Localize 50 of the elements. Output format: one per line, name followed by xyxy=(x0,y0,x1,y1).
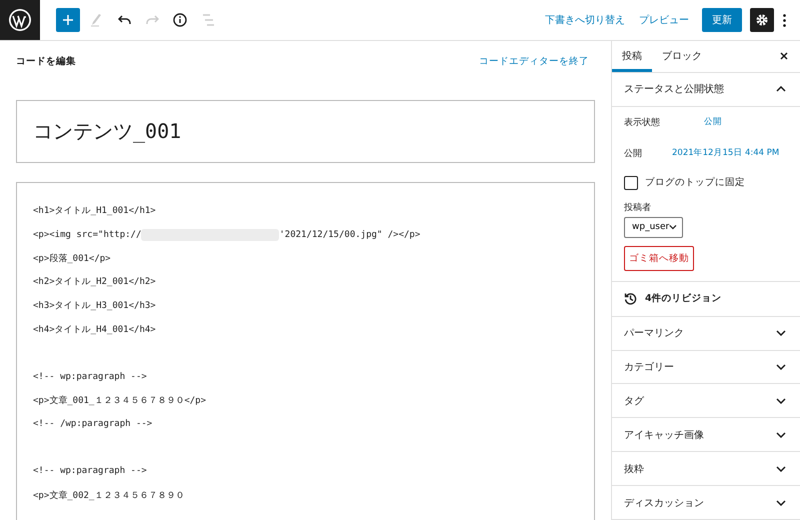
preview-link[interactable]: プレビュー xyxy=(632,13,696,27)
info-icon xyxy=(173,13,187,27)
checkbox[interactable] xyxy=(624,176,638,190)
chevron-down-icon xyxy=(776,432,786,438)
code-line: <!-- wp:paragraph --> xyxy=(33,466,147,476)
visibility-label: 表示状態 xyxy=(624,116,661,129)
settings-button[interactable] xyxy=(750,8,774,32)
chevron-down-icon xyxy=(776,398,786,404)
chevron-down-icon xyxy=(669,224,677,230)
code-line: <!-- /wp:paragraph --> xyxy=(33,419,152,430)
move-to-trash-button[interactable]: ゴミ箱へ移動 xyxy=(624,246,694,271)
update-button[interactable]: 更新 xyxy=(702,8,742,32)
wordpress-logo-icon xyxy=(8,8,32,32)
checkbox-label: ブログのトップに固定 xyxy=(645,176,745,190)
close-icon xyxy=(780,52,788,60)
chevron-down-icon xyxy=(776,364,786,370)
history-icon xyxy=(624,292,637,306)
code-line: '2021/12/15/00.jpg" /></p> xyxy=(279,230,420,240)
chevron-down-icon xyxy=(776,330,786,336)
redo-icon xyxy=(146,15,158,25)
code-line: <p>文章_001_１２３４５６７８９０</p> xyxy=(33,394,206,407)
sidebar-tab[interactable]: ブロック xyxy=(652,41,712,72)
chevron-down-icon xyxy=(776,466,786,472)
visibility-link[interactable]: 公開 xyxy=(704,116,722,128)
chevron-up-icon xyxy=(776,86,786,92)
undo-icon xyxy=(118,15,130,25)
code-line: <p>文章_002_１２３４５６７８９０ xyxy=(33,490,184,502)
code-line: <p>段落_001</p> xyxy=(33,252,111,265)
code-line: <h1>タイトル_H1_001</h1> xyxy=(33,205,156,218)
publish-date-link[interactable]: 2021年12月15日 4:44 PM xyxy=(672,147,780,160)
code-line: <p><img src="http:// xyxy=(33,230,142,240)
settings-icon xyxy=(756,14,768,26)
author-label: 投稿者 xyxy=(624,202,652,214)
plus-icon xyxy=(62,14,74,26)
code-line: <!-- wp:paragraph --> xyxy=(33,372,147,382)
switch-to-draft-link[interactable]: 下書きへ切り替え xyxy=(538,13,632,27)
wordpress-logo[interactable] xyxy=(0,0,40,40)
list-view-icon xyxy=(202,14,214,26)
post-title-field[interactable]: コンテンツ_001 xyxy=(16,100,595,163)
code-editor-heading: コードを編集 xyxy=(16,54,76,68)
code-line: <h2>タイトル_H2_001</h2> xyxy=(33,276,156,288)
pencil-icon xyxy=(90,13,102,27)
add-button[interactable] xyxy=(56,8,80,32)
chevron-down-icon xyxy=(776,500,786,506)
exit-code-editor-link[interactable]: コードエディターを終了 xyxy=(473,54,595,68)
author-select[interactable]: wp_user xyxy=(624,216,683,238)
more-icon xyxy=(782,14,786,26)
code-line: <h3>タイトル_H3_001</h3> xyxy=(33,300,156,312)
code-line: <h4>タイトル_H4_001</h4> xyxy=(33,324,156,336)
publish-label: 公開 xyxy=(624,148,643,160)
